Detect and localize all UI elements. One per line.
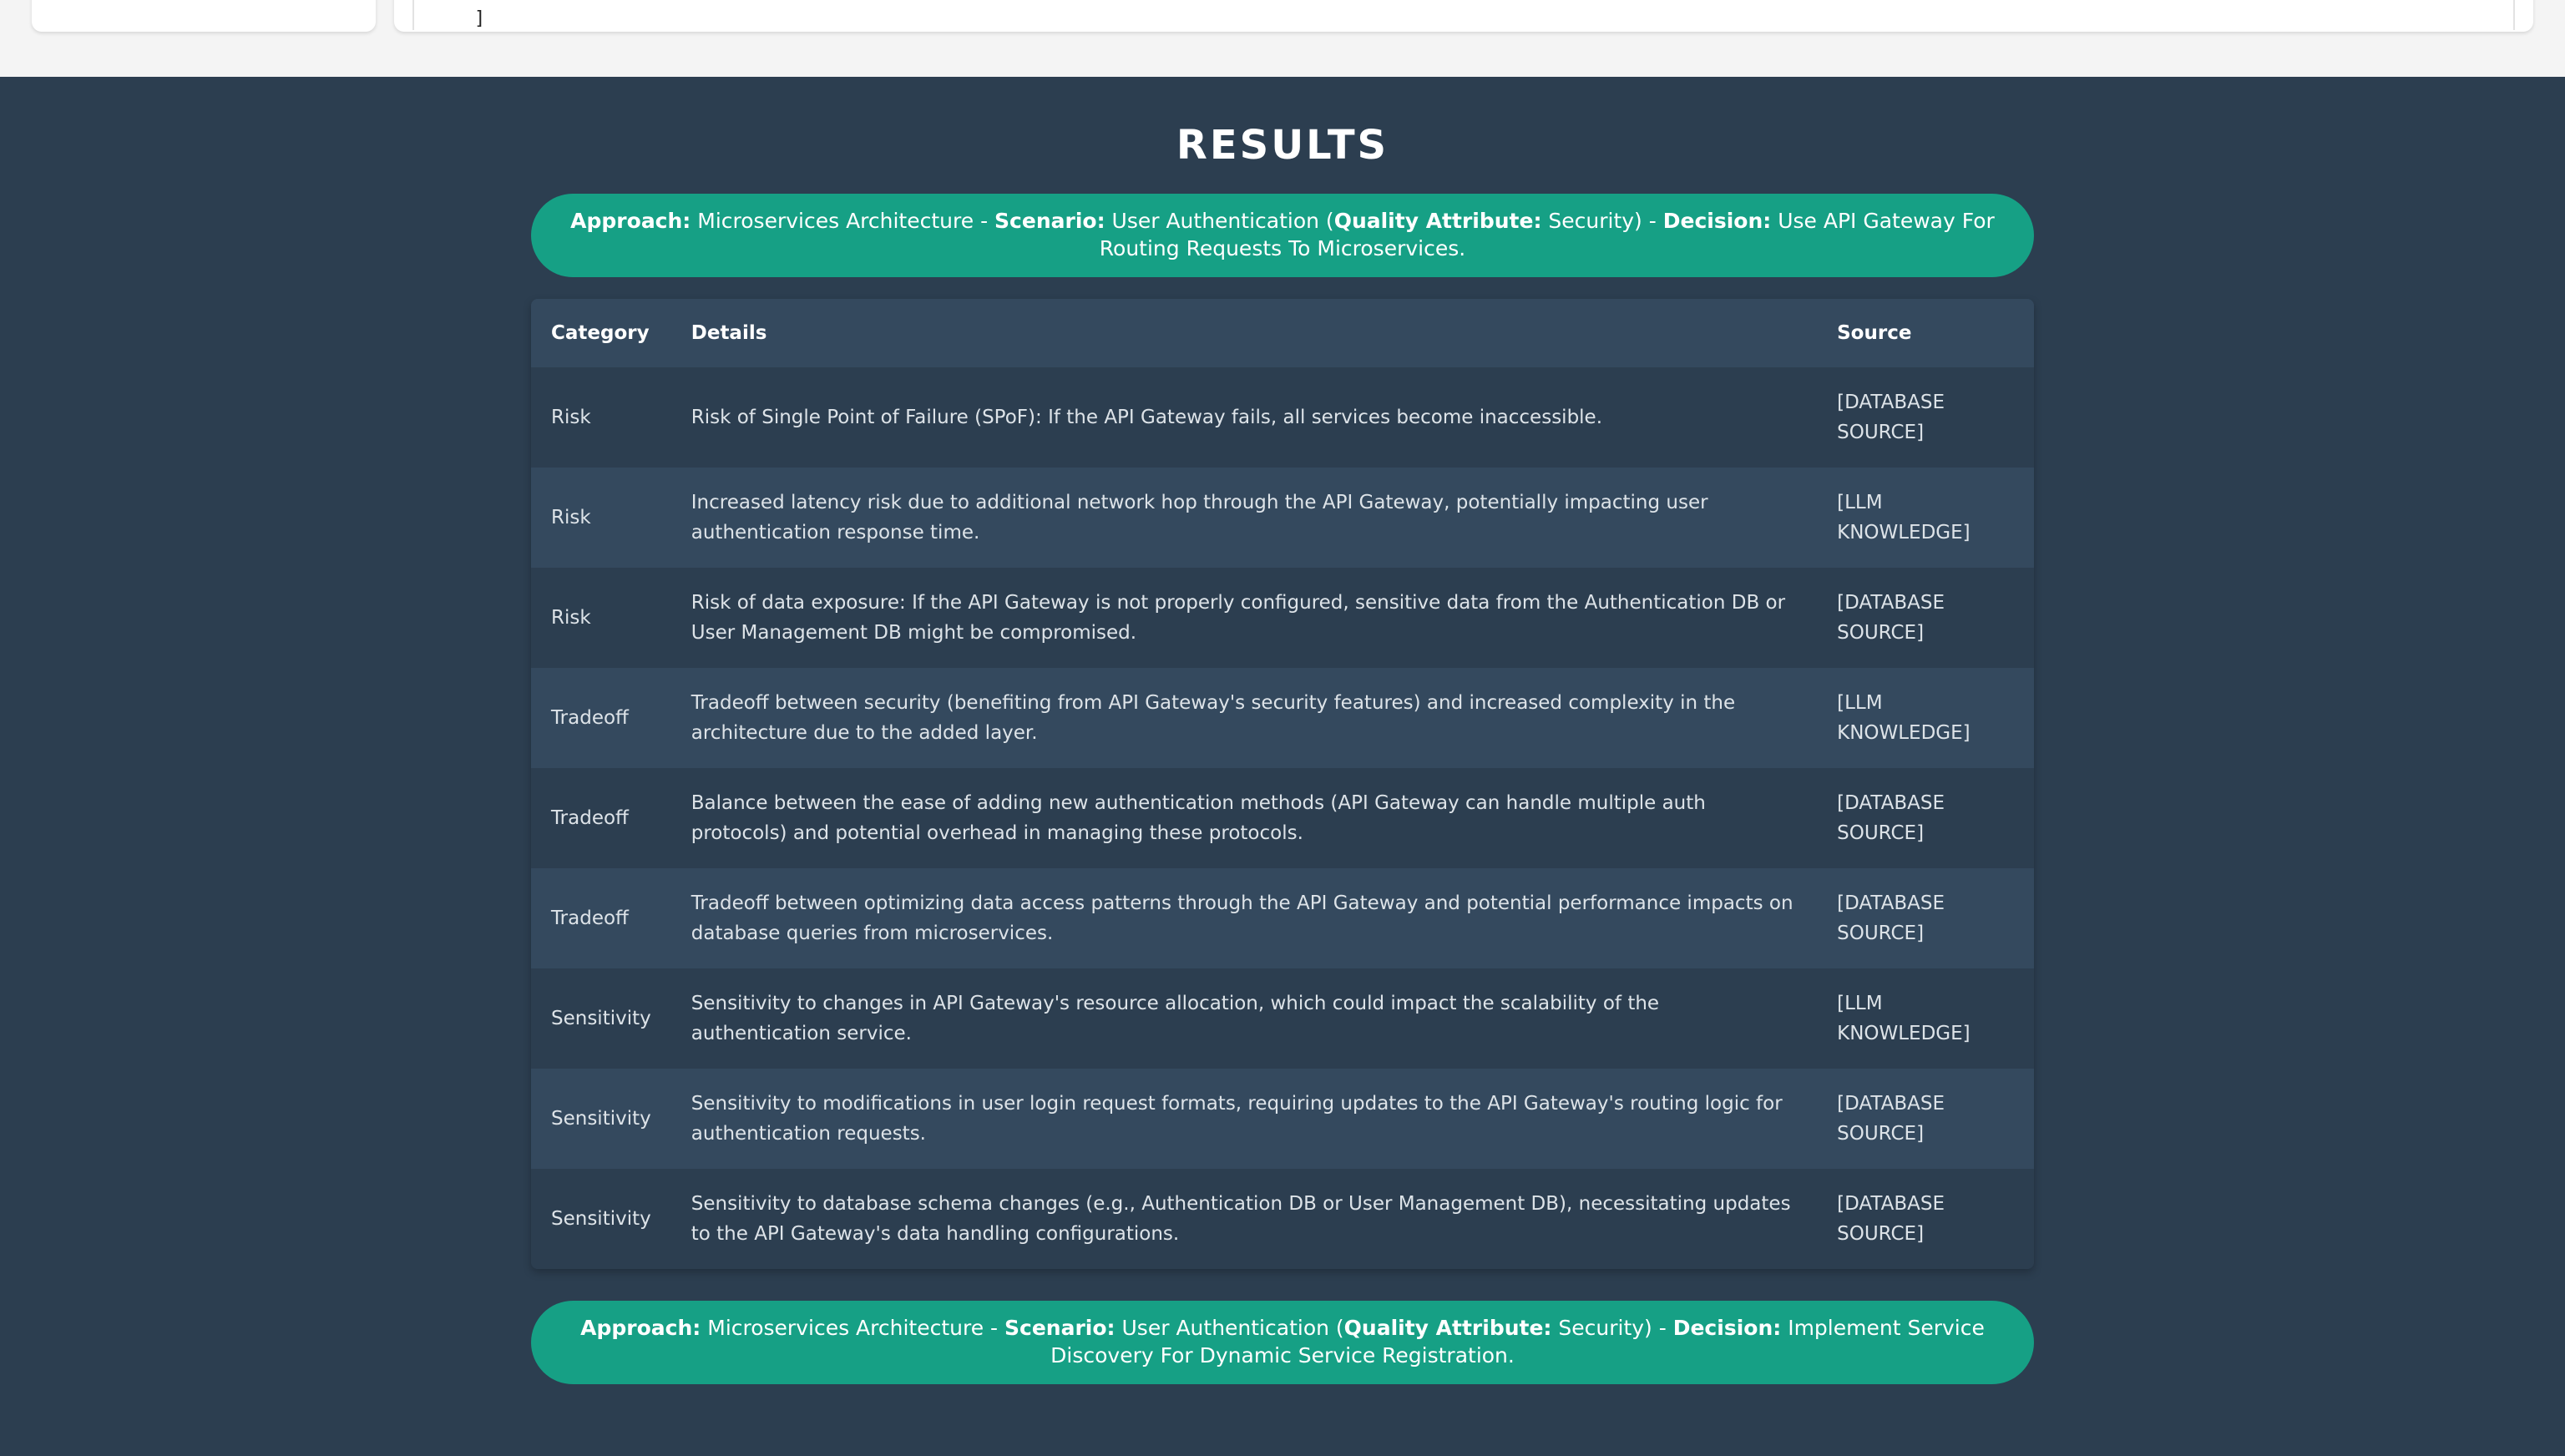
cell-category: Tradeoff	[531, 868, 671, 968]
table-row: Sensitivity Sensitivity to database sche…	[531, 1169, 2034, 1269]
column-header-details: Details	[670, 299, 1818, 367]
table-header-row: Category Details Source	[531, 299, 2034, 367]
quality-attribute-value: Security) -	[1541, 209, 1663, 233]
approach-label: Approach:	[570, 209, 691, 233]
cell-details: Risk of Single Point of Failure (SPoF): …	[670, 367, 1818, 468]
cell-source: [DATABASE SOURCE]	[1817, 1069, 2034, 1169]
cell-details: Sensitivity to changes in API Gateway's …	[670, 968, 1818, 1069]
cell-source: [LLM KNOWLEDGE]	[1817, 468, 2034, 568]
table-row: Risk Risk of data exposure: If the API G…	[531, 568, 2034, 668]
table-row: Sensitivity Sensitivity to changes in AP…	[531, 968, 2034, 1069]
cell-details: Tradeoff between optimizing data access …	[670, 868, 1818, 968]
scenario-label: Scenario:	[994, 209, 1105, 233]
cell-source: [DATABASE SOURCE]	[1817, 868, 2034, 968]
results-table: Category Details Source Risk Risk of Sin…	[531, 299, 2034, 1269]
cell-details: Sensitivity to modifications in user log…	[670, 1069, 1818, 1169]
cell-source: [DATABASE SOURCE]	[1817, 1169, 2034, 1269]
quality-attribute-label: Quality Attribute:	[1343, 1316, 1552, 1340]
scenario-label: Scenario:	[1004, 1316, 1116, 1340]
decision-label: Decision:	[1672, 1316, 1782, 1340]
cell-details: Increased latency risk due to additional…	[670, 468, 1818, 568]
scenario-value: User Authentication (	[1115, 1316, 1344, 1340]
approach-value: Microservices Architecture -	[701, 1316, 1005, 1340]
cell-category: Risk	[531, 367, 671, 468]
code-output-card: } ]	[394, 0, 2533, 32]
cell-details: Balance between the ease of adding new a…	[670, 768, 1818, 868]
decision-banner: Approach: Microservices Architecture - S…	[531, 1301, 2034, 1384]
cell-source: [LLM KNOWLEDGE]	[1817, 968, 2034, 1069]
cell-category: Tradeoff	[531, 768, 671, 868]
table-row: Sensitivity Sensitivity to modifications…	[531, 1069, 2034, 1169]
table-row: Tradeoff Balance between the ease of add…	[531, 768, 2034, 868]
code-editor[interactable]: } ]	[412, 0, 2515, 30]
cell-source: [DATABASE SOURCE]	[1817, 768, 2034, 868]
cell-category: Risk	[531, 468, 671, 568]
cell-details: Sensitivity to database schema changes (…	[670, 1169, 1818, 1269]
cell-details: Risk of data exposure: If the API Gatewa…	[670, 568, 1818, 668]
table-row: Risk Risk of Single Point of Failure (SP…	[531, 367, 2034, 468]
column-header-source: Source	[1817, 299, 2034, 367]
cell-source: [LLM KNOWLEDGE]	[1817, 668, 2034, 768]
table-row: Tradeoff Tradeoff between security (bene…	[531, 668, 2034, 768]
cell-category: Sensitivity	[531, 968, 671, 1069]
table-row: Risk Increased latency risk due to addit…	[531, 468, 2034, 568]
decision-banner: Approach: Microservices Architecture - S…	[531, 194, 2034, 277]
cell-category: Risk	[531, 568, 671, 668]
cell-category: Tradeoff	[531, 668, 671, 768]
results-title: RESULTS	[1176, 122, 1389, 169]
decision-label: Decision:	[1662, 209, 1772, 233]
scenario-value: User Authentication (	[1105, 209, 1334, 233]
table-row: Tradeoff Tradeoff between optimizing dat…	[531, 868, 2034, 968]
input-card	[32, 0, 376, 32]
approach-label: Approach:	[580, 1316, 701, 1340]
cell-category: Sensitivity	[531, 1169, 671, 1269]
approach-value: Microservices Architecture -	[691, 209, 995, 233]
top-panel-area: } ]	[0, 0, 2565, 77]
cell-source: [DATABASE SOURCE]	[1817, 367, 2034, 468]
cell-details: Tradeoff between security (benefiting fr…	[670, 668, 1818, 768]
quality-attribute-value: Security) -	[1551, 1316, 1673, 1340]
cell-source: [DATABASE SOURCE]	[1817, 568, 2034, 668]
code-line: ]	[474, 8, 486, 29]
code-line: }	[524, 0, 535, 1]
column-header-category: Category	[531, 299, 671, 367]
quality-attribute-label: Quality Attribute:	[1333, 209, 1542, 233]
cell-category: Sensitivity	[531, 1069, 671, 1169]
